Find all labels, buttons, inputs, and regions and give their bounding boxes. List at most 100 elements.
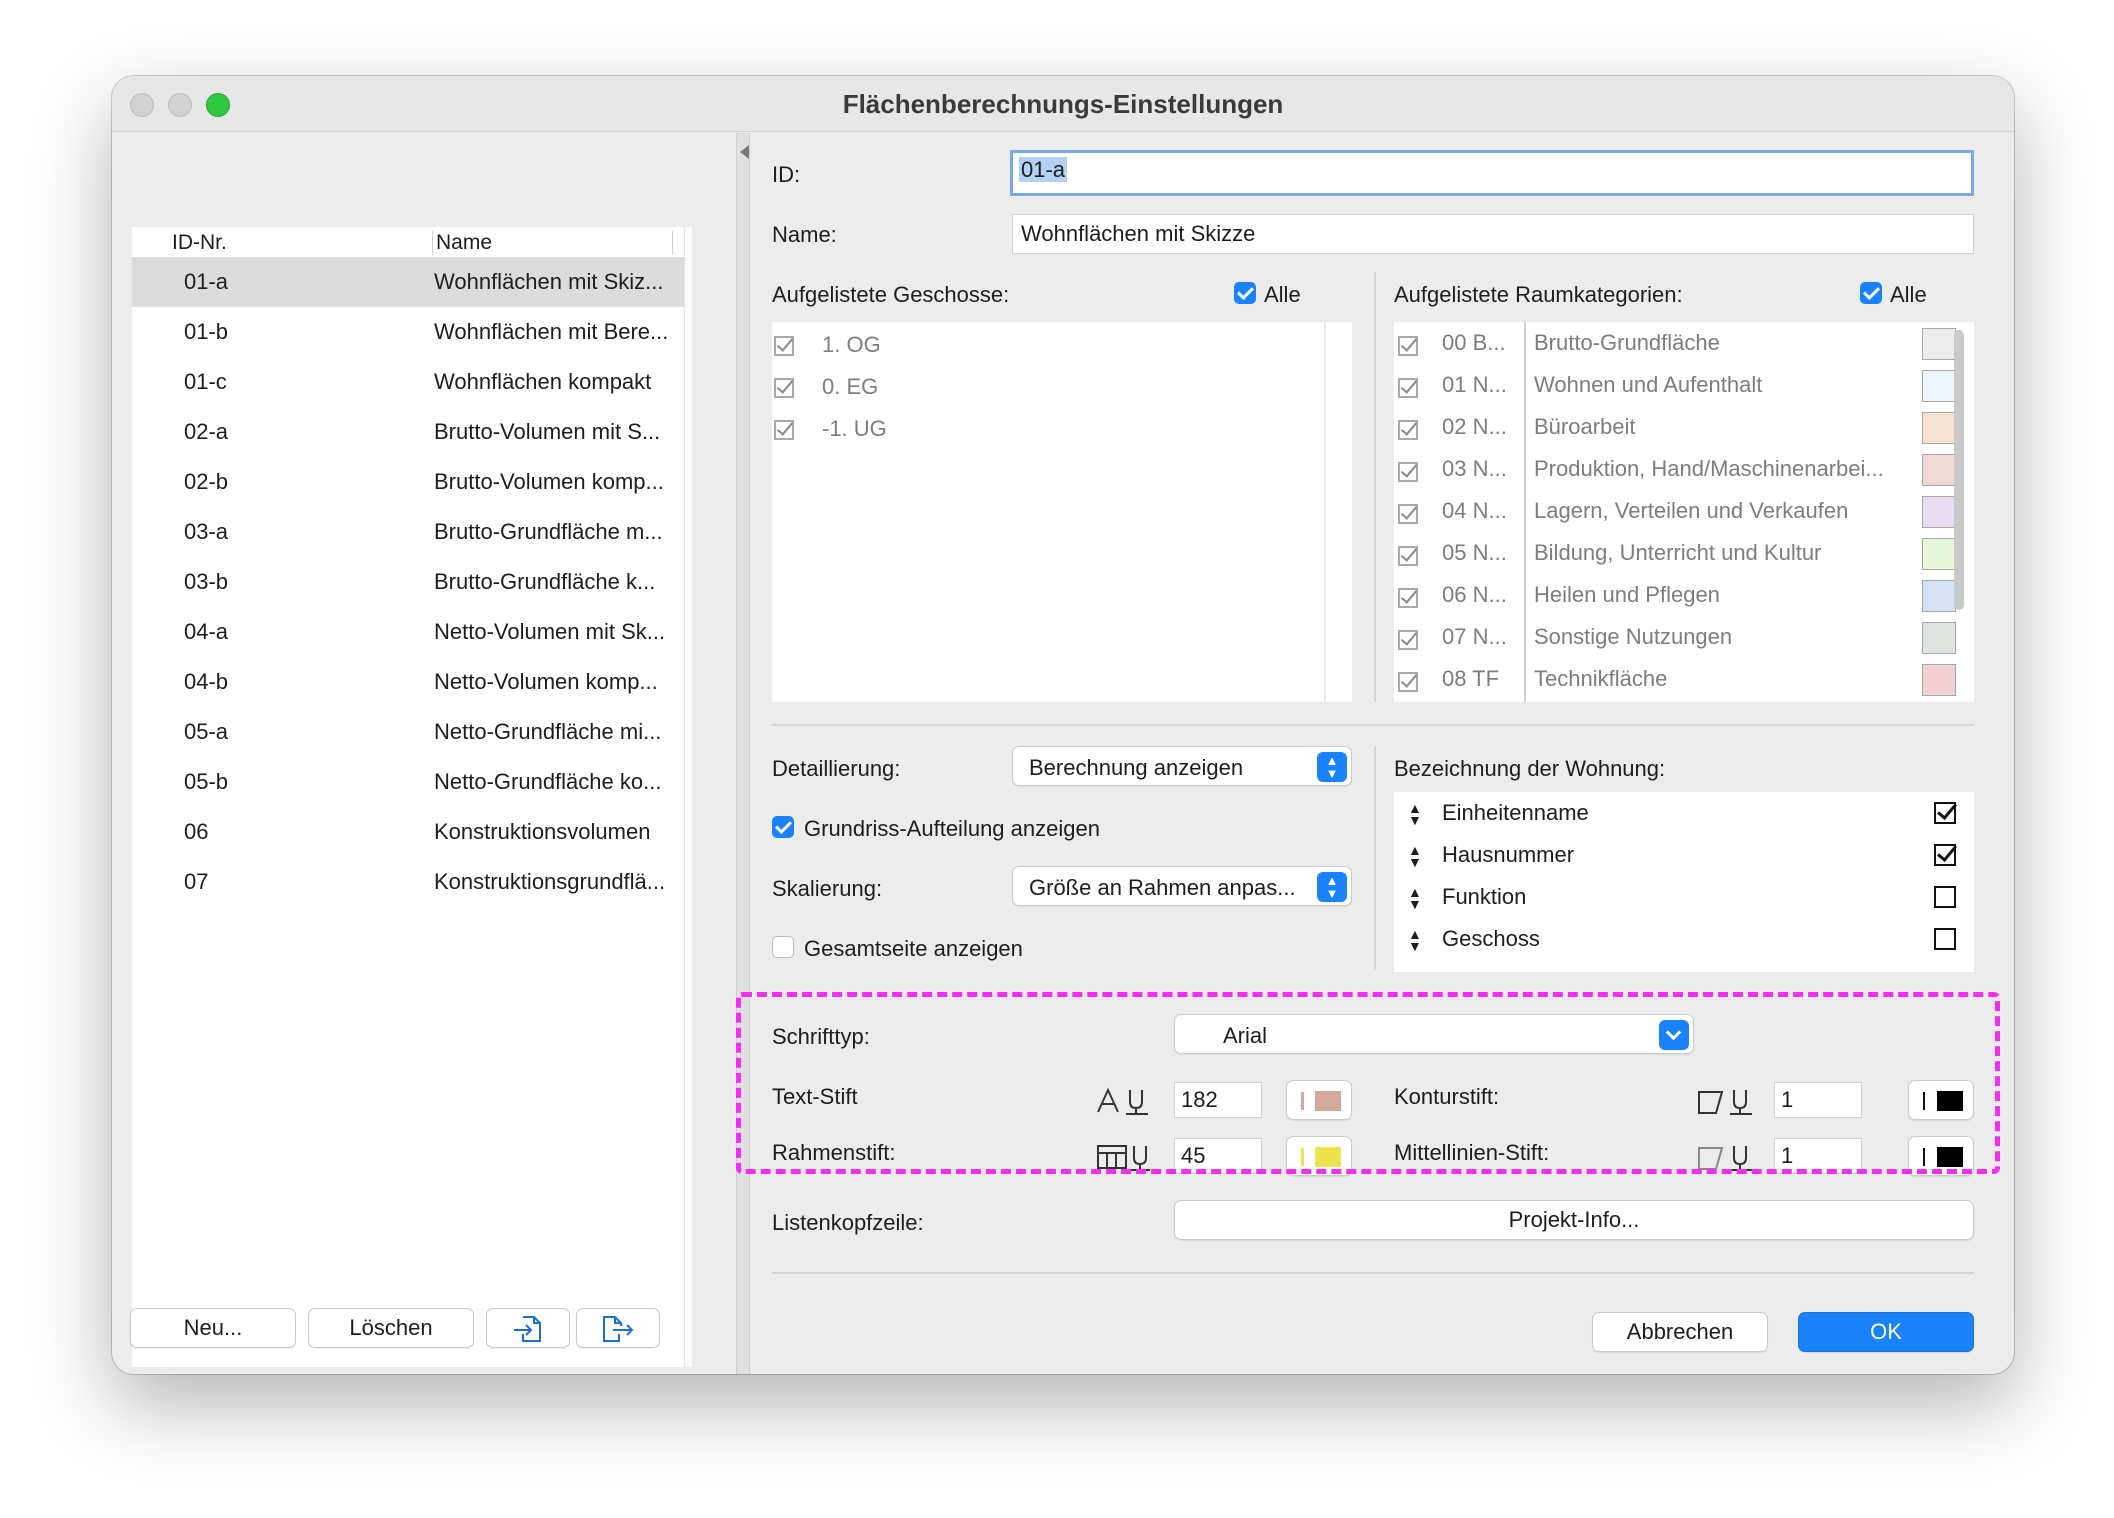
highlight-annotation <box>736 992 2000 1174</box>
column-separator[interactable] <box>672 231 673 255</box>
category-checkbox[interactable] <box>1398 336 1418 356</box>
import-button[interactable] <box>486 1308 570 1348</box>
category-code: 02 N... <box>1442 414 1507 439</box>
list-item-name: Netto-Grundfläche mi... <box>434 719 662 744</box>
column-header-name[interactable]: Name <box>436 231 492 255</box>
list-item[interactable]: 04-b Netto-Volumen komp... <box>132 657 684 707</box>
category-color-swatch <box>1922 622 1956 654</box>
export-button[interactable] <box>576 1308 660 1348</box>
project-info-button[interactable]: Projekt-Info... <box>1174 1200 1974 1240</box>
total-page-checkbox[interactable] <box>772 936 794 958</box>
list-item[interactable]: 01-b Wohnflächen mit Bere... <box>132 307 684 357</box>
cancel-button[interactable]: Abbrechen <box>1592 1312 1768 1352</box>
category-code: 08 TF <box>1442 666 1500 691</box>
name-field[interactable]: Wohnflächen mit Skizze <box>1012 214 1974 254</box>
import-file-icon <box>514 1316 541 1342</box>
reorder-arrows-icon[interactable]: ▲ ▼ <box>1408 801 1422 827</box>
title-bar: Flächenberechnungs-Einstellungen <box>112 76 2014 132</box>
list-item-name: Wohnflächen mit Bere... <box>434 319 669 344</box>
category-checkbox[interactable] <box>1398 378 1418 398</box>
id-label: ID: <box>772 162 801 187</box>
categories-label: Aufgelistete Raumkategorien: <box>1394 282 1683 307</box>
floors-all-checkbox[interactable] <box>1234 282 1256 304</box>
list-item[interactable]: 06 Konstruktionsvolumen <box>132 807 684 857</box>
list-item-id: 05-b <box>184 769 229 794</box>
list-item[interactable]: 05-b Netto-Grundfläche ko... <box>132 757 684 807</box>
floor-label: 1. OG <box>822 332 881 357</box>
stepper-arrows-icon: ▲ ▼ <box>1317 872 1347 902</box>
collapse-arrow-icon[interactable] <box>740 145 749 159</box>
category-name: Produktion, Hand/Maschinenarbei... <box>1534 456 1884 481</box>
list-item-name: Wohnflächen kompakt <box>434 369 652 394</box>
list-item-name: Konstruktionsvolumen <box>434 819 651 844</box>
detail-select[interactable]: Berechnung anzeigen ▲ ▼ <box>1012 746 1352 786</box>
window-title: Flächenberechnungs-Einstellungen <box>842 89 1284 119</box>
floor-checkbox[interactable] <box>774 420 794 440</box>
column-header-id[interactable]: ID-Nr. <box>172 231 227 255</box>
category-code: 07 N... <box>1442 624 1507 649</box>
list-item[interactable]: 02-b Brutto-Volumen komp... <box>132 457 684 507</box>
ok-button[interactable]: OK <box>1798 1312 1974 1352</box>
list-item-id: 03-a <box>184 519 229 544</box>
reorder-arrows-icon[interactable]: ▲ ▼ <box>1408 927 1422 953</box>
apartment-item-label: Geschoss <box>1442 926 1540 951</box>
floors-label: Aufgelistete Geschosse: <box>772 282 1010 307</box>
category-color-swatch <box>1922 580 1956 612</box>
plan-split-label: Grundriss-Aufteilung anzeigen <box>804 816 1100 841</box>
floors-all-label: Alle <box>1264 282 1301 307</box>
floor-checkbox[interactable] <box>774 378 794 398</box>
category-name: Büroarbeit <box>1534 414 1636 439</box>
list-scrollbar[interactable] <box>684 227 692 1367</box>
list-item[interactable]: 03-b Brutto-Grundfläche k... <box>132 557 684 607</box>
category-checkbox[interactable] <box>1398 420 1418 440</box>
list-item[interactable]: 03-a Brutto-Grundfläche m... <box>132 507 684 557</box>
apartment-item-checkbox[interactable] <box>1934 844 1956 866</box>
list-item-id: 04-a <box>184 619 229 644</box>
floors-scrollbar-track[interactable] <box>1324 322 1326 702</box>
category-checkbox[interactable] <box>1398 588 1418 608</box>
apartment-item-checkbox[interactable] <box>1934 886 1956 908</box>
category-code: 05 N... <box>1442 540 1507 565</box>
list-item[interactable]: 07 Konstruktionsgrundflä... <box>132 857 684 907</box>
list-item-id: 04-b <box>184 669 229 694</box>
list-item-name: Wohnflächen mit Skiz... <box>434 269 664 294</box>
list-item[interactable]: 01-c Wohnflächen kompakt <box>132 357 684 407</box>
reorder-arrows-icon[interactable]: ▲ ▼ <box>1408 843 1422 869</box>
section-separator <box>772 724 1974 726</box>
categories-list: 00 B... Brutto-Grundfläche 01 N... Wohnen u… <box>1394 322 1974 702</box>
scaling-select[interactable]: Größe an Rahmen anpas... ▲ ▼ <box>1012 866 1352 906</box>
list-item[interactable]: 05-a Netto-Grundfläche mi... <box>132 707 684 757</box>
category-checkbox[interactable] <box>1398 630 1418 650</box>
floor-checkbox[interactable] <box>774 336 794 356</box>
list-item-name: Netto-Volumen komp... <box>434 669 658 694</box>
id-field[interactable]: 01-a <box>1010 150 1974 196</box>
category-checkbox[interactable] <box>1398 462 1418 482</box>
plan-split-checkbox[interactable] <box>772 816 794 838</box>
categories-all-checkbox[interactable] <box>1860 282 1882 304</box>
list-item[interactable]: 04-a Netto-Volumen mit Sk... <box>132 607 684 657</box>
category-checkbox[interactable] <box>1398 504 1418 524</box>
category-color-swatch <box>1922 328 1956 360</box>
categories-scrollbar-thumb[interactable] <box>1954 330 1964 610</box>
list-item-name: Brutto-Volumen komp... <box>434 469 664 494</box>
apartment-item-label: Hausnummer <box>1442 842 1575 867</box>
detail-select-value: Berechnung anzeigen <box>1029 755 1244 780</box>
settings-dialog: Flächenberechnungs-Einstellungen ID-Nr. … <box>112 76 2014 1374</box>
list-item-name: Brutto-Grundfläche m... <box>434 519 663 544</box>
scaling-select-value: Größe an Rahmen anpas... <box>1029 875 1296 900</box>
list-item-name: Netto-Grundfläche ko... <box>434 769 662 794</box>
list-item[interactable]: 01-a Wohnflächen mit Skiz... <box>132 257 684 307</box>
new-button[interactable]: Neu... <box>130 1308 296 1348</box>
pane-divider[interactable] <box>736 133 750 1374</box>
column-separator[interactable] <box>432 231 433 255</box>
category-checkbox[interactable] <box>1398 672 1418 692</box>
settings-list: ID-Nr. Name 01-a Wohnflächen mit Skiz... 0… <box>132 227 692 1367</box>
reorder-arrows-icon[interactable]: ▲ ▼ <box>1408 885 1422 911</box>
category-checkbox[interactable] <box>1398 546 1418 566</box>
category-name: Lagern, Verteilen und Verkaufen <box>1534 498 1849 523</box>
list-item[interactable]: 02-a Brutto-Volumen mit S... <box>132 407 684 457</box>
apartment-item-checkbox[interactable] <box>1934 802 1956 824</box>
apartment-list: ▲ ▼ Einheitenname ▲ ▼ Hausnummer ▲ ▼ Funktion ▲ ▼ G… <box>1394 792 1974 972</box>
apartment-item-checkbox[interactable] <box>1934 928 1956 950</box>
delete-button[interactable]: Löschen <box>308 1308 474 1348</box>
